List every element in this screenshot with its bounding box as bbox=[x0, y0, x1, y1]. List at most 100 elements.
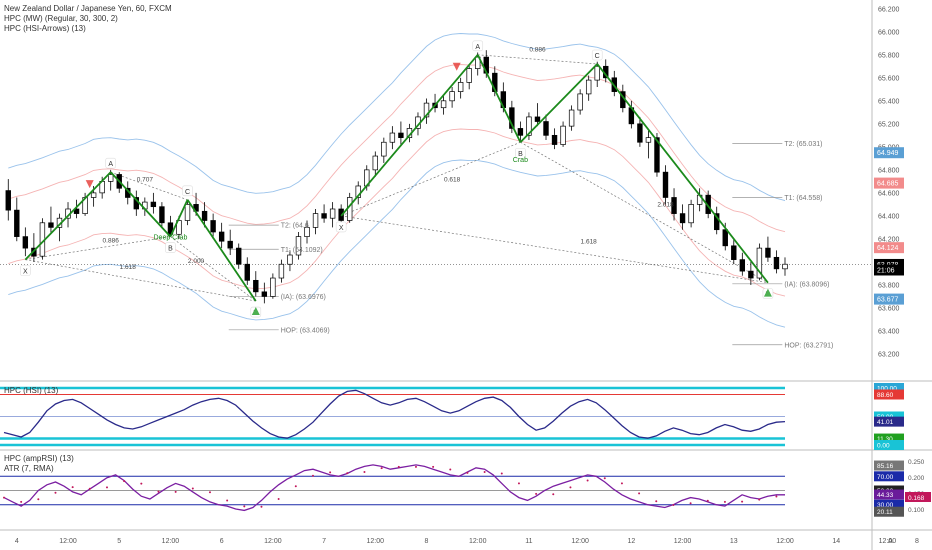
candle-body bbox=[560, 125, 566, 145]
candle-body bbox=[5, 190, 11, 211]
candle-body bbox=[739, 259, 746, 272]
target-level-label: T1: (64.558) bbox=[784, 195, 822, 202]
amprsi-signal-dot bbox=[672, 503, 675, 506]
candle-body bbox=[534, 116, 541, 122]
sell-arrow-icon bbox=[85, 180, 94, 189]
price-tick-label: 64.600 bbox=[878, 190, 900, 197]
price-tick-label: 66.000 bbox=[878, 29, 900, 36]
price-tick-label: 66.200 bbox=[878, 6, 900, 13]
candle-body bbox=[748, 270, 754, 279]
target-level-label: HOP: (63.4069) bbox=[281, 327, 330, 334]
candle-body bbox=[278, 263, 285, 279]
indicator-mw-label[interactable]: HPC (MW) (Regular, 30, 300, 2) bbox=[4, 14, 172, 24]
pattern-point-label: B bbox=[168, 246, 173, 253]
time-tick-label: 6 bbox=[220, 538, 224, 545]
log-scale-toggle: 8 bbox=[915, 538, 919, 545]
price-tick-label: 65.600 bbox=[878, 75, 900, 82]
candle-body bbox=[244, 263, 250, 281]
amprsi-signal-dot bbox=[620, 482, 623, 485]
candle-body bbox=[236, 247, 242, 265]
time-tick-label: 12:00 bbox=[264, 538, 282, 545]
pattern-leg bbox=[596, 63, 769, 284]
hsi-badge-label: 0.00 bbox=[877, 443, 890, 450]
price-tick-label: 65.200 bbox=[878, 121, 900, 128]
amprsi-signal-dot bbox=[432, 465, 435, 468]
candle-body bbox=[543, 121, 549, 136]
atr-tick-label: 0.200 bbox=[908, 475, 925, 482]
candle-body bbox=[210, 220, 216, 233]
price-tick-label: 64.400 bbox=[878, 213, 900, 220]
mw-bands bbox=[8, 33, 786, 328]
atr-tick-label: 0.250 bbox=[908, 459, 925, 466]
candle-body bbox=[261, 291, 268, 297]
candle-body bbox=[22, 236, 29, 249]
time-tick-label: 5 bbox=[117, 538, 121, 545]
candle-body bbox=[662, 171, 669, 198]
pattern-leg bbox=[519, 63, 598, 143]
oscillator-line bbox=[3, 389, 786, 439]
chart-legend: New Zealand Dollar / Japanese Yen, 60, F… bbox=[4, 4, 172, 34]
pattern-point-label: C bbox=[185, 189, 190, 196]
amprsi-signal-dot bbox=[277, 498, 280, 501]
target-level-label: (IA): (63.6976) bbox=[281, 294, 326, 301]
amprsi-signal-dot bbox=[535, 492, 538, 495]
candle-body bbox=[551, 134, 558, 145]
amprsi-signal-dot bbox=[569, 486, 572, 489]
candle-body bbox=[594, 65, 600, 81]
amprsi-signal-dot bbox=[414, 465, 417, 468]
amprsi-signal-dot bbox=[586, 479, 589, 482]
pattern-name-label: Crab bbox=[513, 157, 528, 164]
price-tick-label: 64.800 bbox=[878, 167, 900, 174]
auto-scale-toggle: A bbox=[888, 538, 893, 545]
price-axis[interactable]: 66.20066.00065.80065.60065.40065.20065.0… bbox=[874, 6, 904, 358]
amprsi-signal-dot bbox=[500, 472, 503, 475]
amprsi-signal-dot bbox=[517, 482, 520, 485]
target-level-label: T1: (64.1092) bbox=[281, 247, 323, 254]
amprsi-signal-dot bbox=[483, 471, 486, 474]
amprsi-signal-dot bbox=[689, 502, 692, 505]
time-tick-label: 12:00 bbox=[674, 538, 692, 545]
pattern-ratio-label: 0.618 bbox=[444, 176, 461, 183]
candle-body bbox=[253, 279, 259, 293]
amprsi-signal-dot bbox=[397, 465, 400, 468]
price-tick-label: 63.400 bbox=[878, 328, 900, 335]
amprsi-pane-title[interactable]: HPC (ampRSI) (13) bbox=[4, 454, 74, 464]
candle-body bbox=[517, 128, 524, 136]
time-tick-label: 4 bbox=[15, 538, 19, 545]
time-axis[interactable]: 4 12:00 5 12:00 6 12:00 7 12:00 8 12:00 11 12:00 12 1… bbox=[15, 538, 932, 545]
candle-body bbox=[329, 208, 336, 219]
price-tick-label: 65.400 bbox=[878, 98, 900, 105]
candle-body bbox=[184, 204, 191, 221]
indicator-hsi-arrows-label[interactable]: HPC (HSI-Arrows) (13) bbox=[4, 24, 172, 34]
pattern-leg bbox=[186, 199, 257, 302]
price-tick-label: 63.800 bbox=[878, 282, 900, 289]
time-tick-label: 13 bbox=[730, 538, 738, 545]
pattern-point-label: A bbox=[475, 44, 480, 51]
amprsi-signal-dot bbox=[20, 500, 23, 503]
symbol-title[interactable]: New Zealand Dollar / Japanese Yen, 60, F… bbox=[4, 4, 172, 14]
time-tick-label: 12:00 bbox=[367, 538, 385, 545]
price-badge-label: 64.124 bbox=[877, 245, 899, 252]
hsi-pane: 100.0088.6050.0041.0111.300.00 bbox=[0, 383, 904, 450]
candle-body bbox=[398, 132, 404, 138]
candle-body bbox=[722, 229, 728, 247]
amprsi-signal-dot bbox=[706, 499, 709, 502]
amprsi-signal-dot bbox=[174, 490, 177, 493]
amprsi-signal-dot bbox=[466, 471, 469, 474]
amprsi-badge-label: 70.00 bbox=[877, 474, 894, 481]
amprsi-signal-dot bbox=[380, 467, 383, 470]
time-tick-label: 12:00 bbox=[59, 538, 77, 545]
chart-canvas[interactable]: XABCDDeep Crab0.8860.7072.0001.618T2: (6… bbox=[0, 0, 932, 550]
amprsi-signal-dot bbox=[260, 505, 263, 508]
candle-body bbox=[449, 91, 455, 102]
pattern-ratio-line bbox=[341, 215, 768, 283]
time-tick-label: 7 bbox=[322, 538, 326, 545]
hsi-badge-label: 88.60 bbox=[877, 392, 894, 399]
pattern-ratio-line bbox=[477, 54, 598, 65]
atr-pane-title[interactable]: ATR (7, RMA) bbox=[4, 464, 54, 474]
target-level-label: T2: (65.031) bbox=[784, 141, 822, 148]
amprsi-badge-label: 44.33 bbox=[877, 492, 894, 499]
amprsi-signal-dot bbox=[638, 492, 641, 495]
amprsi-badge-label: 85.16 bbox=[877, 463, 894, 470]
hsi-pane-title[interactable]: HPC (HSI) (13) bbox=[4, 386, 58, 396]
